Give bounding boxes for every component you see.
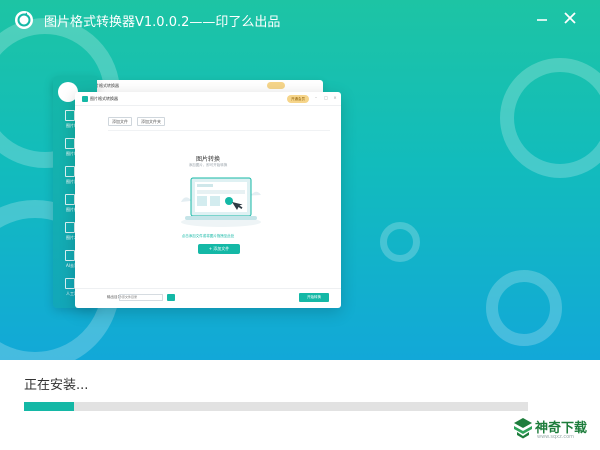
watermark-icon	[65, 222, 75, 233]
watermark-url: www.sqxz.com	[537, 434, 575, 440]
preview-add-file-button: 添加文件	[108, 117, 132, 126]
header-banner: 图片格式转换器V1.0.0.2——印了么出品 图片格式转换器 图片转换 图片转换	[0, 0, 600, 360]
decor-ring	[500, 58, 600, 178]
preview-app-window: 图片格式转换器 开通会员 – □ × 添加文件 添加文件夹 图片转换 添加图片，…	[75, 92, 341, 308]
install-progress-bar	[24, 402, 528, 411]
preview-title-bar: 图片格式转换器 开通会员 – □ ×	[75, 92, 341, 106]
compress-icon	[65, 166, 75, 177]
ai-icon	[65, 250, 75, 261]
window-title: 图片格式转换器V1.0.0.2——印了么出品	[44, 15, 281, 30]
decor-ring	[486, 270, 562, 346]
preview-min-icon: –	[315, 95, 317, 100]
preview-add-button: + 添加文件	[198, 244, 240, 254]
decor-ring	[380, 222, 420, 262]
site-watermark: 神奇下载 www.sqxz.com	[509, 414, 595, 444]
close-button[interactable]	[558, 8, 582, 30]
service-icon	[65, 278, 75, 289]
preview-subtext: 添加图片，即可开始转换	[188, 163, 228, 167]
preview-close-icon: ×	[333, 95, 337, 100]
laptop-illustration-icon	[181, 177, 261, 227]
preview-title: 图片格式转换器	[90, 96, 118, 101]
image-icon	[65, 138, 75, 149]
edit-icon	[65, 194, 75, 205]
preview-output-field: 原文件目录	[119, 294, 163, 301]
minimize-button[interactable]	[530, 8, 554, 30]
preview-back-vip-badge	[267, 82, 285, 89]
install-status-text: 正在安装...	[24, 378, 89, 393]
preview-max-icon: □	[324, 95, 328, 100]
close-icon	[564, 12, 576, 24]
app-logo-icon	[15, 11, 33, 29]
title-bar: 图片格式转换器V1.0.0.2——印了么出品	[0, 0, 600, 40]
minimize-icon	[537, 19, 547, 21]
preview-logo-icon	[82, 96, 88, 102]
preview-add-folder-button: 添加文件夹	[137, 117, 165, 126]
preview-convert-button: 开始转换	[299, 293, 329, 302]
watermark-logo-icon	[514, 418, 532, 439]
preview-heading: 图片转换	[195, 156, 220, 163]
image-icon	[65, 110, 75, 121]
preview-footer: 输出目录: 原文件目录 开始转换	[75, 288, 341, 308]
installer-window: 图片格式转换器V1.0.0.2——印了么出品 图片格式转换器 图片转换 图片转换	[0, 0, 600, 450]
preview-folder-button	[167, 294, 175, 301]
install-progress-fill	[24, 402, 75, 411]
preview-drop-hint: 点击添加文件或将图片拖拽至此处	[181, 234, 235, 238]
preview-vip-badge: 开通会员	[287, 95, 309, 103]
